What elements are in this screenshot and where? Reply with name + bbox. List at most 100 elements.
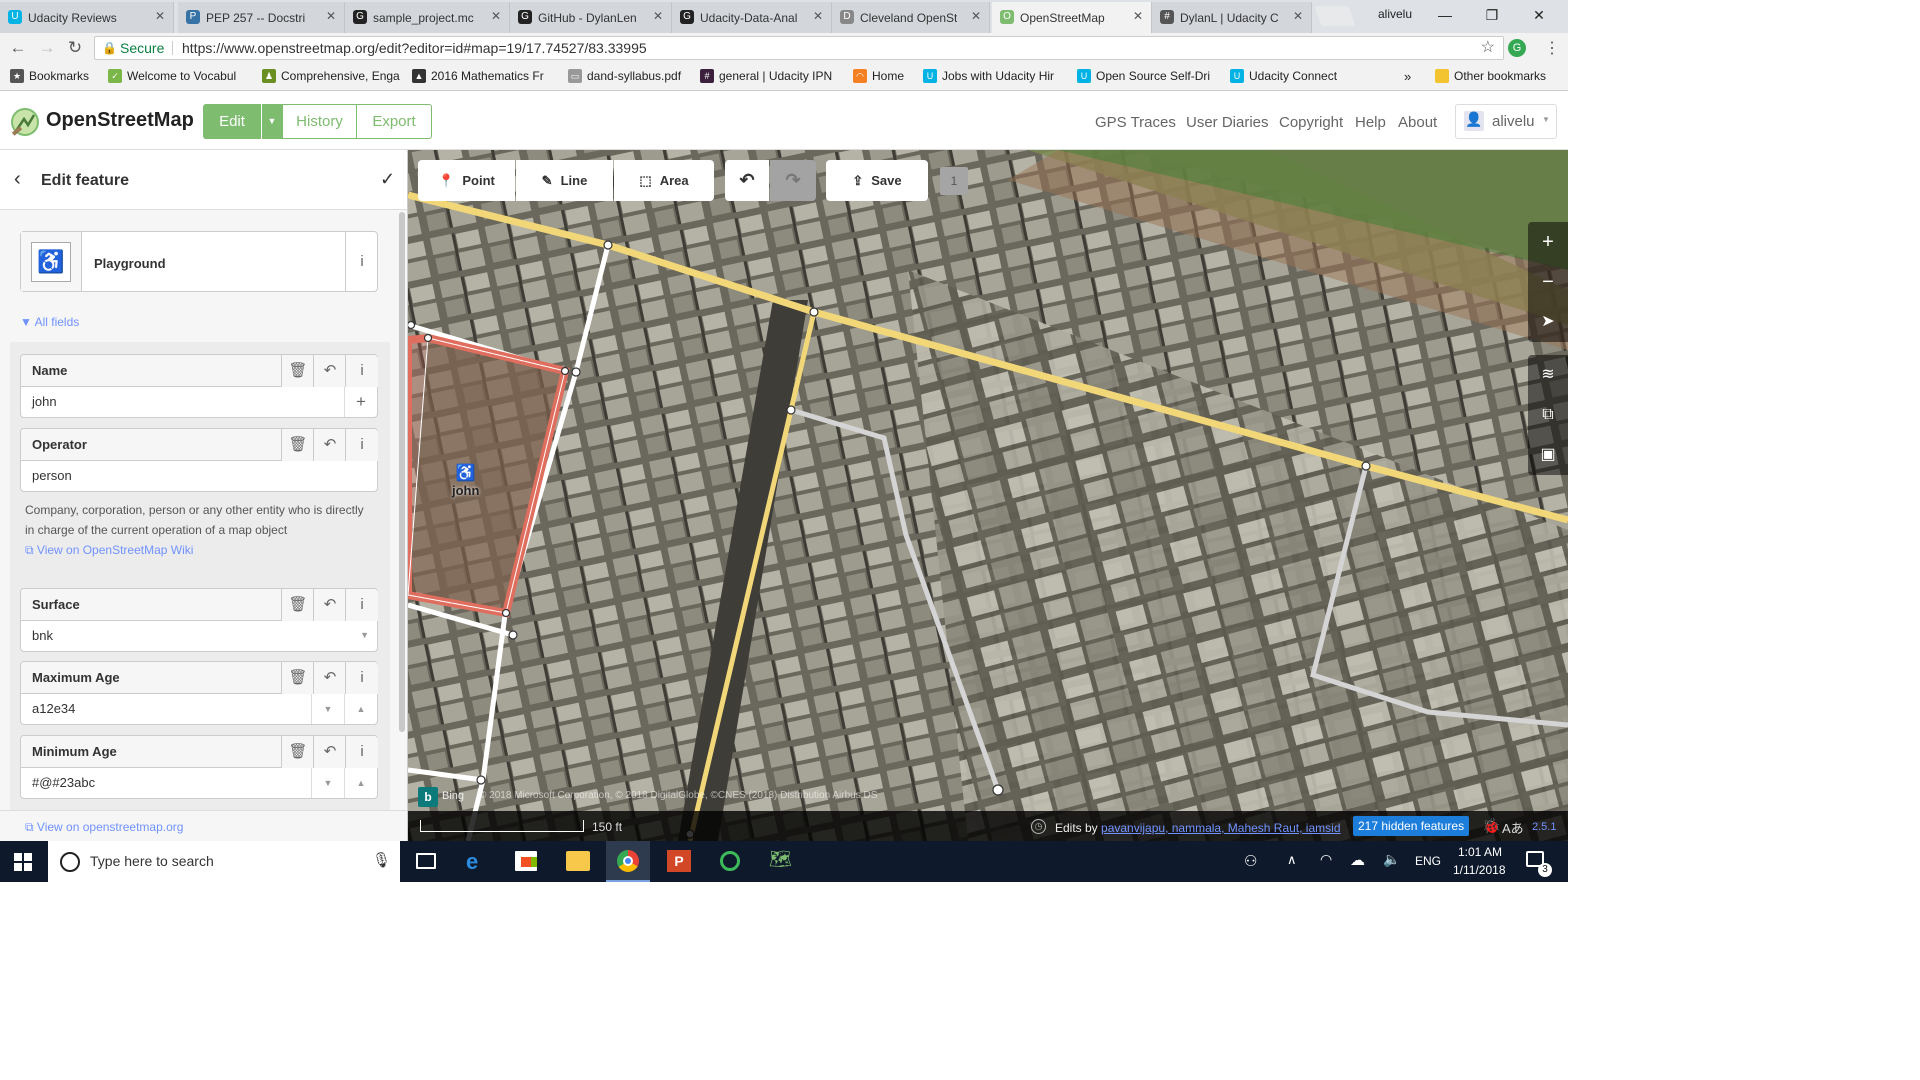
increment-icon[interactable]: ▲ [344, 694, 377, 724]
bug-report-icon[interactable]: 🐞 [1482, 817, 1501, 835]
clock-date[interactable]: 1/11/2018 [1453, 863, 1506, 877]
tab-close-icon[interactable]: ✕ [1133, 9, 1143, 23]
decrement-icon[interactable]: ▼ [311, 694, 344, 724]
undo-field-icon[interactable]: ↶ [313, 662, 346, 694]
reload-icon[interactable]: ↻ [64, 37, 86, 59]
background-layers-button[interactable]: ≋ [1528, 355, 1568, 395]
bookmark-item[interactable]: ✓ Welcome to Vocabul [108, 69, 236, 83]
increment-icon[interactable]: ▲ [344, 768, 377, 798]
tab-close-icon[interactable]: ✕ [1293, 9, 1303, 23]
bookmark-star-icon[interactable]: ☆ [1481, 37, 1495, 59]
extension-icon[interactable]: G [1508, 39, 1526, 57]
forward-icon[interactable]: → [36, 37, 58, 59]
browser-tab[interactable]: O OpenStreetMap ✕ [992, 2, 1152, 33]
add-value-icon[interactable]: + [344, 387, 377, 417]
field-input[interactable]: person [21, 461, 377, 491]
language-indicator[interactable]: ENG [1415, 854, 1441, 868]
trash-icon[interactable]: 🗑 [281, 662, 314, 694]
taskbar-search-box[interactable]: Type here to search 🎙 [48, 841, 400, 882]
field-input[interactable]: bnk [21, 621, 377, 651]
back-icon[interactable]: ← [7, 37, 29, 59]
decrement-icon[interactable]: ▼ [311, 768, 344, 798]
tab-close-icon[interactable]: ✕ [155, 9, 165, 23]
field-info-icon[interactable]: i [345, 355, 378, 387]
undo-field-icon[interactable]: ↶ [313, 429, 346, 461]
bookmark-item[interactable]: ★ Bookmarks [10, 69, 89, 83]
export-button[interactable]: Export [356, 104, 432, 139]
translate-icon[interactable]: Aあ [1502, 818, 1524, 837]
edge-icon[interactable]: e [466, 849, 478, 875]
sidebar-scrollbar[interactable] [399, 212, 405, 732]
undo-field-icon[interactable]: ↶ [313, 589, 346, 621]
bookmark-item[interactable]: U Udacity Connect [1230, 69, 1337, 83]
tab-close-icon[interactable]: ✕ [326, 9, 336, 23]
bookmarks-overflow[interactable]: » [1404, 69, 1411, 84]
zoom-out-button[interactable]: − [1528, 262, 1568, 302]
chrome-taskbar-icon[interactable] [606, 841, 650, 882]
undo-field-icon[interactable]: ↶ [313, 355, 346, 387]
preset-box[interactable]: ♿ Playground i [20, 231, 378, 292]
people-icon[interactable]: ⚇ [1244, 852, 1257, 870]
trash-icon[interactable]: 🗑 [281, 429, 314, 461]
back-chevron-icon[interactable]: ‹ [14, 168, 21, 191]
preset-info-icon[interactable]: i [345, 232, 378, 291]
osm-brand[interactable]: OpenStreetMap [46, 109, 194, 132]
browser-tab[interactable]: # DylanL | Udacity C ✕ [1152, 2, 1312, 33]
nav-gps-traces[interactable]: GPS Traces [1095, 114, 1176, 131]
field-info-icon[interactable]: i [345, 589, 378, 621]
url-field[interactable]: 🔒 Secure https://www.openstreetmap.org/e… [94, 36, 1504, 60]
editor-version[interactable]: 2.5.1 [1532, 821, 1556, 833]
nav-help[interactable]: Help [1355, 114, 1386, 131]
new-tab-button[interactable] [1314, 6, 1356, 26]
bookmark-item[interactable]: U Open Source Self-Dri [1077, 69, 1210, 83]
user-menu[interactable]: 👤 alivelu ▼ [1455, 104, 1557, 139]
all-fields-toggle[interactable]: ▼ All fields [20, 315, 79, 329]
close-check-icon[interactable]: ✓ [380, 169, 395, 190]
browser-tab[interactable]: G GitHub - DylanLen ✕ [510, 2, 672, 33]
browser-tab[interactable]: G Udacity-Data-Anal ✕ [672, 2, 832, 33]
app-ring-icon[interactable] [720, 851, 740, 871]
zoom-in-button[interactable]: + [1528, 222, 1568, 262]
nav-about[interactable]: About [1398, 114, 1437, 131]
tab-close-icon[interactable]: ✕ [813, 9, 823, 23]
bookmark-item[interactable]: ◠ Home [853, 69, 904, 83]
nav-copyright[interactable]: Copyright [1279, 114, 1343, 131]
microphone-icon[interactable]: 🎙 [372, 851, 391, 869]
add-point-button[interactable]: 📍 Point [418, 160, 515, 201]
osm-logo-icon[interactable] [10, 107, 40, 137]
store-icon[interactable] [515, 851, 537, 871]
tab-close-icon[interactable]: ✕ [653, 9, 663, 23]
josm-icon[interactable]: 🗺 [769, 849, 792, 870]
nav-user-diaries[interactable]: User Diaries [1186, 114, 1269, 131]
file-explorer-icon[interactable] [566, 851, 590, 871]
wiki-link[interactable]: ⧉ View on OpenStreetMap Wiki [25, 543, 193, 558]
field-info-icon[interactable]: i [345, 662, 378, 694]
minimize-button[interactable]: — [1422, 0, 1468, 30]
clock-time[interactable]: 1:01 AM [1458, 845, 1502, 859]
bookmark-item[interactable]: ♟ Comprehensive, Enga [262, 69, 400, 83]
wifi-icon[interactable]: ◠ [1320, 851, 1332, 868]
tab-close-icon[interactable]: ✕ [971, 9, 981, 23]
close-window-button[interactable]: ✕ [1516, 0, 1562, 30]
contributor-links[interactable]: pavanvijapu, nammala, Mahesh Raut, iamsi… [1101, 821, 1340, 835]
geolocate-button[interactable]: ➤ [1528, 302, 1568, 342]
edit-button[interactable]: Edit [203, 104, 261, 139]
browser-tab[interactable]: D Cleveland OpenSt ✕ [832, 2, 990, 33]
powerpoint-icon[interactable]: P [667, 850, 691, 872]
onedrive-icon[interactable]: ☁ [1350, 851, 1365, 869]
trash-icon[interactable]: 🗑 [281, 589, 314, 621]
volume-icon[interactable]: 🔈 [1383, 851, 1400, 868]
bookmark-item[interactable]: U Jobs with Udacity Hir [923, 69, 1054, 83]
hidden-features-badge[interactable]: 217 hidden features [1353, 816, 1470, 836]
edit-dropdown-button[interactable]: ▼ [262, 104, 282, 139]
bookmark-item[interactable]: ▭ dand-syllabus.pdf [568, 69, 681, 83]
field-info-icon[interactable]: i [345, 736, 378, 768]
bookmark-item[interactable]: ▲ 2016 Mathematics Fr [412, 69, 544, 83]
browser-user-label[interactable]: alivelu [1378, 7, 1412, 21]
combo-caret-icon[interactable]: ▼ [360, 630, 369, 640]
browser-tab[interactable]: U Udacity Reviews ✕ [0, 2, 174, 33]
maximize-button[interactable]: ❐ [1469, 0, 1515, 30]
field-info-icon[interactable]: i [345, 429, 378, 461]
windows-start-icon[interactable] [14, 853, 32, 871]
menu-icon[interactable]: ⋮ [1544, 38, 1560, 58]
